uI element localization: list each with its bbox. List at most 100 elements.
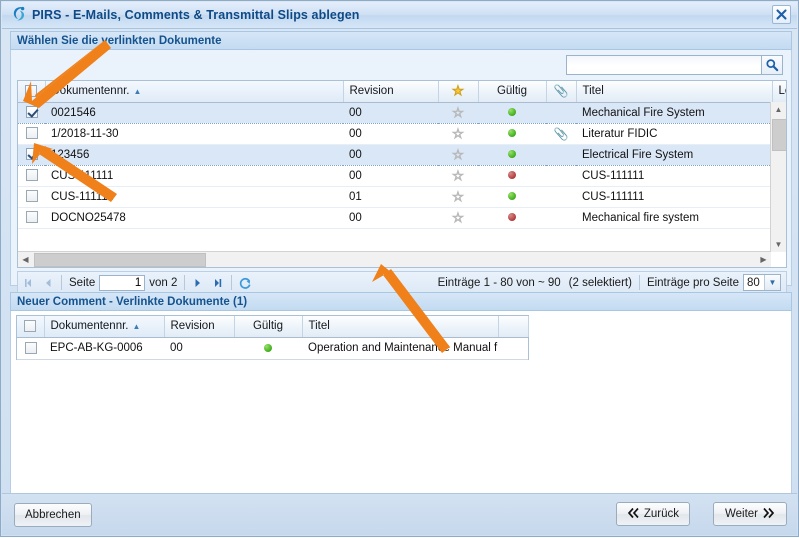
star-outline-icon[interactable]: ☆ (452, 105, 464, 120)
cell-attachment (546, 102, 576, 123)
cell-docnr: CUS-111111 (45, 186, 343, 207)
star-outline-icon[interactable]: ☆ (452, 126, 464, 141)
grid-vertical-scrollbar[interactable]: ▲ ▼ (770, 102, 786, 252)
row-checkbox[interactable] (26, 211, 38, 223)
column-header-favorite[interactable]: ★ (438, 81, 478, 102)
search-icon[interactable] (762, 55, 783, 75)
row-checkbox-cell[interactable] (18, 186, 45, 207)
upper-section-title-text: Wählen Sie die verlinkten Dokumente (17, 35, 222, 47)
documents-table-body: 0021546 00 ☆ Mechanical Fire System 1/20… (18, 102, 787, 228)
table-row[interactable]: 0021546 00 ☆ Mechanical Fire System (18, 102, 787, 123)
column-header-valid[interactable]: Gültig (478, 81, 546, 102)
row-checkbox[interactable] (26, 190, 38, 202)
status-dot-green (508, 108, 516, 116)
last-page-icon[interactable] (208, 272, 228, 293)
lower-section-title-text: Neuer Comment - Verlinkte Dokumente (1) (17, 296, 247, 308)
column-header-docnr[interactable]: Dokumentennr.▲ (44, 316, 164, 337)
cell-valid (478, 144, 546, 165)
scroll-down-icon[interactable]: ▼ (771, 237, 786, 252)
column-header-docnr[interactable]: Dokumentennr. ▲ (45, 81, 343, 102)
select-all-checkbox[interactable] (24, 320, 36, 332)
row-checkbox-cell[interactable] (18, 207, 45, 228)
star-outline-icon[interactable]: ☆ (452, 147, 464, 162)
star-outline-icon[interactable]: ☆ (452, 189, 464, 204)
status-dot-green (508, 129, 516, 137)
column-header-docnr-label: Dokumentennr. (52, 85, 130, 97)
prev-page-icon[interactable] (38, 272, 58, 293)
column-header-revision[interactable]: Revision (164, 316, 234, 337)
column-header-title[interactable]: Titel (302, 316, 498, 337)
cell-favorite[interactable]: ☆ (438, 165, 478, 186)
row-checkbox-cell[interactable] (18, 144, 45, 165)
cancel-button-label: Abbrechen (25, 509, 81, 521)
search-input[interactable] (566, 55, 762, 75)
linked-documents-table: Dokumentennr.▲ Revision Gültig Titel EPC… (17, 316, 529, 360)
first-page-icon[interactable] (18, 272, 38, 293)
select-all-checkbox[interactable] (25, 85, 37, 97)
chevron-double-left-icon (627, 507, 640, 521)
vertical-scroll-thumb[interactable] (772, 119, 787, 151)
sort-asc-icon: ▲ (134, 87, 142, 96)
cell-favorite[interactable]: ☆ (438, 123, 478, 144)
divider (231, 275, 232, 290)
pagination-toolbar: Seite von 2 Einträge 1 - 80 von ~ 90 (2 … (17, 271, 787, 294)
documents-grid: Dokumentennr. ▲ Revision ★ Gültig 📎 Titel… (17, 80, 787, 268)
table-row[interactable]: 123456 00 ☆ Electrical Fire System (18, 144, 787, 165)
refresh-icon[interactable] (235, 272, 255, 293)
cell-attachment: 📎 (546, 123, 576, 144)
cell-valid (478, 207, 546, 228)
row-checkbox-cell[interactable] (18, 123, 45, 144)
close-icon[interactable] (772, 5, 791, 24)
per-page-value: 80 (747, 277, 760, 289)
scroll-up-icon[interactable]: ▲ (771, 102, 786, 117)
column-header-select-all[interactable] (17, 316, 44, 337)
cancel-button[interactable]: Abbrechen (14, 503, 92, 527)
row-checkbox[interactable] (26, 169, 38, 181)
cell-favorite[interactable]: ☆ (438, 102, 478, 123)
column-header-attachment[interactable]: 📎 (546, 81, 576, 102)
cell-docnr: EPC-AB-KG-0006 (44, 337, 164, 359)
back-button[interactable]: Zurück (616, 502, 690, 526)
row-checkbox-cell[interactable] (17, 337, 44, 359)
cell-favorite[interactable]: ☆ (438, 207, 478, 228)
star-outline-icon[interactable]: ☆ (452, 210, 464, 225)
per-page-select[interactable]: 80 ▼ (743, 274, 781, 291)
column-header-revision[interactable]: Revision (343, 81, 438, 102)
cell-favorite[interactable]: ☆ (438, 186, 478, 207)
table-row[interactable]: 1/2018-11-30 00 ☆ 📎 Literatur FIDIC (18, 123, 787, 144)
divider (639, 275, 640, 290)
table-row[interactable]: DOCNO25478 00 ☆ Mechanical fire system (18, 207, 787, 228)
row-checkbox-cell[interactable] (18, 165, 45, 186)
pirs-logo-icon (8, 4, 30, 26)
column-header-valid[interactable]: Gültig (234, 316, 302, 337)
table-row[interactable]: EPC-AB-KG-0006 00 Operation and Maintena… (17, 337, 528, 359)
title-bar: PIRS - E-Mails, Comments & Transmittal S… (2, 2, 797, 29)
star-outline-icon[interactable]: ☆ (452, 168, 464, 183)
next-page-icon[interactable] (188, 272, 208, 293)
column-header-last[interactable]: Letzte (772, 81, 787, 102)
cell-title: Electrical Fire System (576, 144, 772, 165)
cell-attachment (546, 186, 576, 207)
scroll-right-icon[interactable]: ▶ (756, 252, 771, 266)
column-header-spacer (498, 316, 528, 337)
table-row[interactable]: CUS-111111 00 ☆ CUS-111111 (18, 165, 787, 186)
horizontal-scroll-thumb[interactable] (34, 253, 206, 267)
row-checkbox[interactable] (26, 127, 38, 139)
row-checkbox[interactable] (25, 342, 37, 354)
cell-docnr: 123456 (45, 144, 343, 165)
next-button[interactable]: Weiter (713, 502, 787, 526)
cell-favorite[interactable]: ☆ (438, 144, 478, 165)
cell-title: Mechanical Fire System (576, 102, 772, 123)
grid-horizontal-scrollbar[interactable]: ◀ ▶ (18, 251, 771, 267)
row-checkbox[interactable] (26, 106, 38, 118)
table-row[interactable]: CUS-111111 01 ☆ CUS-111111 (18, 186, 787, 207)
column-header-select-all[interactable] (18, 81, 45, 102)
scroll-left-icon[interactable]: ◀ (18, 252, 33, 266)
row-checkbox[interactable] (26, 148, 38, 160)
cell-valid (234, 337, 302, 359)
row-checkbox-cell[interactable] (18, 102, 45, 123)
chevron-down-icon[interactable]: ▼ (764, 275, 780, 290)
page-number-input[interactable] (99, 275, 145, 291)
cell-title: CUS-111111 (576, 186, 772, 207)
column-header-title[interactable]: Titel (576, 81, 772, 102)
